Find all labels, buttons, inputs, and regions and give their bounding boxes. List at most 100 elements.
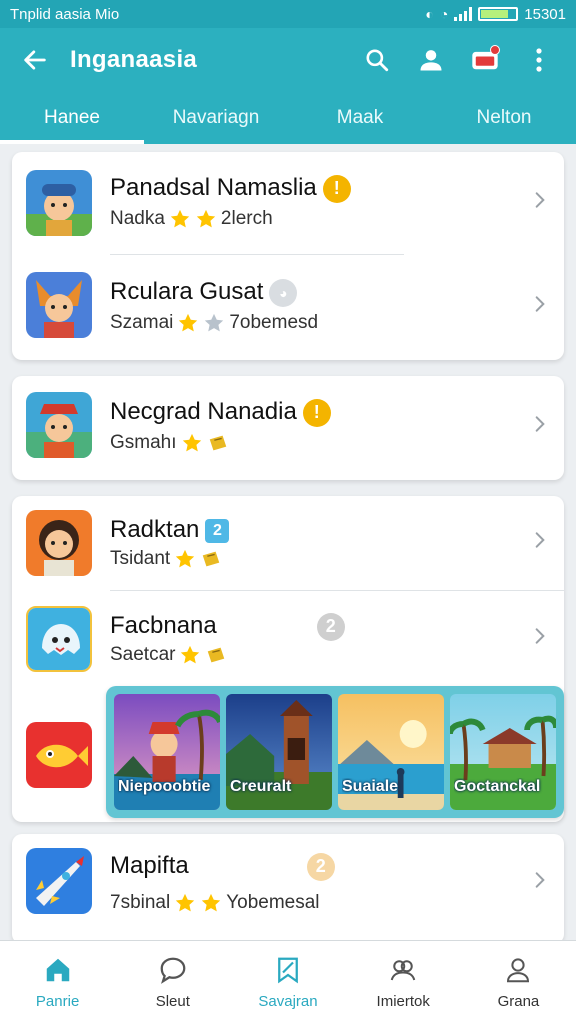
featured-slide-label: Suaiale (342, 778, 399, 795)
number-badge: 2 (316, 612, 345, 641)
star-icon (179, 313, 198, 332)
chevron-right-icon (535, 416, 545, 432)
list-item[interactable]: Necgrad Nanadia! Gsmahı (12, 376, 564, 480)
alert-badge: ! (302, 398, 331, 427)
list-item-title: Mapifta 2 (110, 852, 335, 881)
number-badge: 2 (306, 852, 335, 881)
featured-slide[interactable]: Goctanckal (450, 694, 556, 810)
status-left-text: Tnplid aasia Mio (10, 5, 120, 23)
list-item[interactable]: Rculara Gusat ◕ Szamai 7obemesd (12, 256, 564, 360)
wifi-icon: ◔ (439, 6, 449, 22)
nav-label: Savajran (258, 993, 318, 1010)
tab-hanee[interactable]: Hanee (0, 92, 144, 144)
page-title: Inganaasia (70, 46, 198, 73)
vibrate-icon: ◐ (425, 6, 434, 22)
list-card-1: Panadsal Namaslia! Nadka 2lerch Rculara … (12, 152, 564, 360)
ticket-icon (209, 435, 226, 451)
tab-maak[interactable]: Maak (288, 92, 432, 144)
search-button[interactable] (360, 43, 394, 77)
more-button[interactable] (522, 43, 556, 77)
list-item-title: Rculara Gusat ◕ (110, 278, 298, 307)
tab-bar: Hanee Navariagn Maak Nelton (0, 92, 576, 144)
app-icon-fox (26, 272, 92, 338)
nav-label: Imiertok (376, 993, 430, 1010)
featured-slide[interactable]: Niepooobtie (114, 694, 220, 810)
nav-chat[interactable]: Sleut (115, 941, 230, 1024)
nav-label: Grana (497, 993, 540, 1010)
list-item-title: Panadsal Namaslia! (110, 174, 351, 203)
chevron-right-icon (535, 628, 545, 644)
ticket-icon (208, 647, 225, 663)
chevron-right-icon (535, 192, 545, 208)
list-card-4: Mapifta 2 7sbinal Yobemesal (12, 834, 564, 944)
tab-navariagn[interactable]: Navariagn (144, 92, 288, 144)
nav-saved[interactable]: Savajran (230, 941, 345, 1024)
list-item-subtitle: Nadka 2lerch (110, 208, 273, 229)
app-icon-pirate (26, 392, 92, 458)
profile-icon (507, 958, 530, 983)
back-button[interactable] (0, 28, 70, 92)
notification-dot (490, 45, 500, 55)
list-item-title: Facbnana 2 (110, 612, 345, 641)
ticket-icon (202, 551, 220, 567)
app-icon-ghost (26, 606, 92, 672)
status-right: ◐ ◔ 15301 (425, 6, 566, 23)
info-badge: ◕ (269, 278, 298, 307)
chevron-right-icon (535, 872, 545, 888)
featured-slide-label: Goctanckal (454, 778, 541, 795)
signal-icon (454, 7, 473, 21)
star-empty-icon (205, 313, 224, 332)
featured-slide[interactable]: Suaiale (338, 694, 444, 810)
nav-home[interactable]: Panrie (0, 941, 115, 1024)
list-item-subtitle: Tsidant (110, 548, 222, 570)
app-icon-explorer (26, 170, 92, 236)
groups-icon (390, 960, 416, 981)
star-icon (202, 893, 221, 912)
list-item[interactable]: Radktan 2 Tsidant (12, 496, 564, 590)
nav-label: Sleut (155, 993, 190, 1010)
featured-carousel[interactable]: Niepooobtie Creuralt Suaiale Goctanckal (106, 686, 564, 818)
star-icon (176, 893, 195, 912)
account-button[interactable] (414, 43, 448, 77)
chat-icon (160, 957, 186, 984)
nav-groups[interactable]: Imiertok (346, 941, 461, 1024)
list-item-subtitle: Saetcar (110, 644, 227, 666)
list-item-subtitle: 7sbinal Yobemesal (110, 892, 320, 913)
star-icon (196, 209, 216, 228)
list-item-subtitle: Gsmahı (110, 432, 229, 454)
notifications-button[interactable] (468, 43, 502, 77)
status-time: 15301 (524, 5, 566, 23)
list-item-subtitle: Szamai 7obemesd (110, 312, 319, 333)
status-bar: Tnplid aasia Mio ◐ ◔ 15301 (0, 0, 576, 28)
star-icon (170, 209, 190, 228)
list-item[interactable]: Mapifta 2 7sbinal Yobemesal (12, 834, 564, 938)
app-bar-actions (360, 43, 576, 77)
tab-nelton[interactable]: Nelton (432, 92, 576, 144)
arrow-left-icon (24, 50, 46, 70)
number-badge: 2 (205, 518, 230, 543)
bookmark-icon (278, 957, 298, 984)
star-icon (181, 645, 200, 664)
featured-slide-label: Niepooobtie (118, 778, 211, 795)
nav-label: Panrie (35, 993, 80, 1010)
battery-icon (478, 7, 519, 21)
app-icon-fish[interactable] (26, 722, 92, 788)
featured-slide[interactable]: Creuralt (226, 694, 332, 810)
app-icon-girl (26, 510, 92, 576)
list-item-title: Radktan 2 (110, 516, 230, 544)
divider (110, 590, 564, 591)
list-item-title: Necgrad Nanadia! (110, 398, 331, 427)
more-vert-icon (536, 48, 542, 72)
chevron-right-icon (535, 296, 545, 312)
account-icon (420, 50, 442, 71)
alert-badge: ! (322, 174, 351, 203)
chevron-right-icon (535, 532, 545, 548)
list-item[interactable]: Facbnana 2 Saetcar (12, 592, 564, 686)
app-icon-rocket (26, 848, 92, 914)
list-card-2: Necgrad Nanadia! Gsmahı (12, 376, 564, 480)
list-item[interactable]: Panadsal Namaslia! Nadka 2lerch (12, 152, 564, 256)
nav-profile[interactable]: Grana (461, 941, 576, 1024)
home-icon (46, 958, 69, 982)
featured-slide-label: Creuralt (230, 778, 292, 795)
app-bar: Inganaasia (0, 28, 576, 92)
